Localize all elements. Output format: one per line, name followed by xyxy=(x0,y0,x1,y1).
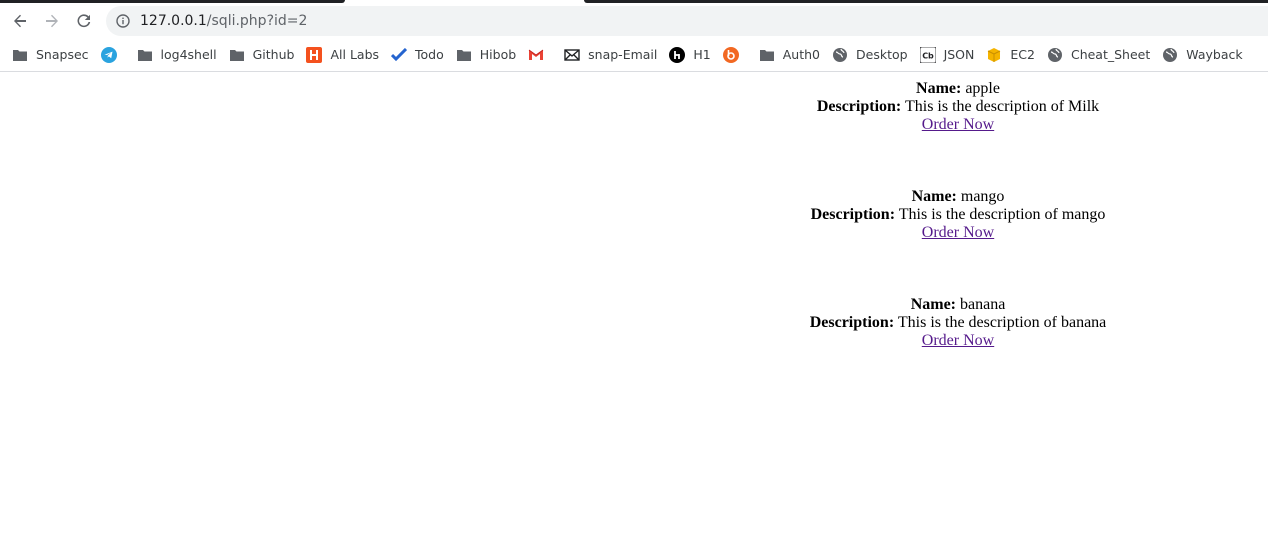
product-description: This is the description of Milk xyxy=(904,98,1100,115)
address-bar[interactable]: 127.0.0.1/sqli.php?id=2 xyxy=(106,6,1268,36)
gmail-icon xyxy=(528,47,544,63)
folder-icon xyxy=(137,47,153,63)
name-label: Name: xyxy=(911,188,957,205)
arrow-left-icon xyxy=(14,14,26,28)
product-item: Name: apple Description: This is the des… xyxy=(648,80,1268,134)
reload-icon xyxy=(77,14,91,28)
arrow-right-icon xyxy=(46,14,58,28)
info-icon[interactable] xyxy=(116,14,130,28)
bookmark-telegram[interactable] xyxy=(99,42,131,68)
bookmark-label: Hibob xyxy=(479,47,517,62)
bookmark-log4shell[interactable]: log4shell xyxy=(135,42,223,68)
bookmark-snap-email[interactable]: snap-Email xyxy=(562,42,663,68)
envelope-icon xyxy=(564,47,580,63)
bookmark-snapsec[interactable]: Snapsec xyxy=(10,42,95,68)
product-description: This is the description of mango xyxy=(898,206,1106,223)
bookmark-wayback[interactable]: Wayback xyxy=(1160,42,1248,68)
folder-icon xyxy=(456,47,472,63)
bookmark-bugcrowd[interactable] xyxy=(721,42,753,68)
bookmark-label: Github xyxy=(252,47,295,62)
telegram-icon xyxy=(100,46,117,63)
product-name: banana xyxy=(960,296,1006,313)
globe-icon xyxy=(1162,47,1178,63)
order-now-link[interactable]: Order Now xyxy=(922,224,994,241)
order-now-link[interactable]: Order Now xyxy=(922,116,994,133)
bookmark-all-labs[interactable]: All Labs xyxy=(304,42,385,68)
product-name: mango xyxy=(960,188,1005,205)
folder-icon xyxy=(759,47,775,63)
hackerone-icon xyxy=(669,46,686,63)
bookmark-label: Snapsec xyxy=(36,47,89,62)
bookmark-cheat-sheet[interactable]: Cheat_Sheet xyxy=(1045,42,1156,68)
bookmark-auth0[interactable]: Auth0 xyxy=(757,42,826,68)
url-host: 127.0.0.1 xyxy=(140,13,207,29)
bookmark-label: log4shell xyxy=(160,47,217,62)
product-item: Name: mango Description: This is the des… xyxy=(648,188,1268,242)
description-label: Description: xyxy=(810,206,896,223)
bookmark-label: Desktop xyxy=(856,47,908,62)
description-label: Description: xyxy=(809,314,895,331)
reload-button[interactable] xyxy=(69,4,99,38)
page-content: Name: apple Description: This is the des… xyxy=(0,73,1268,554)
product-item: Name: banana Description: This is the de… xyxy=(648,296,1268,350)
order-now-link[interactable]: Order Now xyxy=(922,332,994,349)
labs-icon xyxy=(306,46,323,63)
product-name-line: Name: banana xyxy=(648,296,1268,314)
product-description-line: Description: This is the description of … xyxy=(648,314,1268,332)
bookmark-label: H1 xyxy=(693,47,711,62)
bookmark-label: snap-Email xyxy=(588,47,658,62)
description-label: Description: xyxy=(816,98,902,115)
aws-cube-icon xyxy=(986,47,1002,63)
url-text[interactable]: 127.0.0.1/sqli.php?id=2 xyxy=(140,6,307,36)
bookmarks-bar: Snapsec log4shell Github All Labs Todo H… xyxy=(0,38,1268,72)
globe-icon xyxy=(1047,47,1063,63)
product-description: This is the description of banana xyxy=(897,314,1107,331)
bookmark-gmail[interactable] xyxy=(526,42,558,68)
tab-strip-right xyxy=(584,0,1268,3)
svg-text:Cb: Cb xyxy=(922,51,934,60)
bookmark-h1[interactable]: H1 xyxy=(667,42,716,68)
bookmark-label: Todo xyxy=(415,47,444,62)
bookmark-label: Cheat_Sheet xyxy=(1070,47,1151,62)
bookmark-label: EC2 xyxy=(1010,47,1035,62)
bookmark-ec2[interactable]: EC2 xyxy=(984,42,1041,68)
bookmark-hibob[interactable]: Hibob xyxy=(454,42,522,68)
tab-strip-left xyxy=(0,0,345,3)
forward-button[interactable] xyxy=(37,4,67,38)
bookmark-label: Auth0 xyxy=(782,47,820,62)
bookmark-todo[interactable]: Todo xyxy=(389,42,450,68)
bookmark-github[interactable]: Github xyxy=(227,42,301,68)
bookmark-label: All Labs xyxy=(330,47,380,62)
bookmark-desktop[interactable]: Desktop xyxy=(830,42,914,68)
name-label: Name: xyxy=(910,296,956,313)
bookmark-label: Wayback xyxy=(1186,47,1243,62)
back-button[interactable] xyxy=(5,4,35,38)
browser-toolbar: 127.0.0.1/sqli.php?id=2 xyxy=(0,4,1268,38)
folder-icon xyxy=(12,47,28,63)
product-description-line: Description: This is the description of … xyxy=(648,206,1268,224)
bugcrowd-icon xyxy=(722,46,739,63)
bookmark-json[interactable]: Cb JSON xyxy=(918,42,981,68)
name-label: Name: xyxy=(916,80,962,97)
product-description-line: Description: This is the description of … xyxy=(648,98,1268,116)
url-path: /sqli.php?id=2 xyxy=(206,13,308,29)
folder-icon xyxy=(229,47,245,63)
globe-icon xyxy=(832,47,848,63)
product-name: apple xyxy=(965,80,1000,97)
cb-icon: Cb xyxy=(919,46,936,63)
product-name-line: Name: mango xyxy=(648,188,1268,206)
todo-check-icon xyxy=(391,47,408,63)
bookmark-label: JSON xyxy=(943,47,975,62)
product-name-line: Name: apple xyxy=(648,80,1268,98)
